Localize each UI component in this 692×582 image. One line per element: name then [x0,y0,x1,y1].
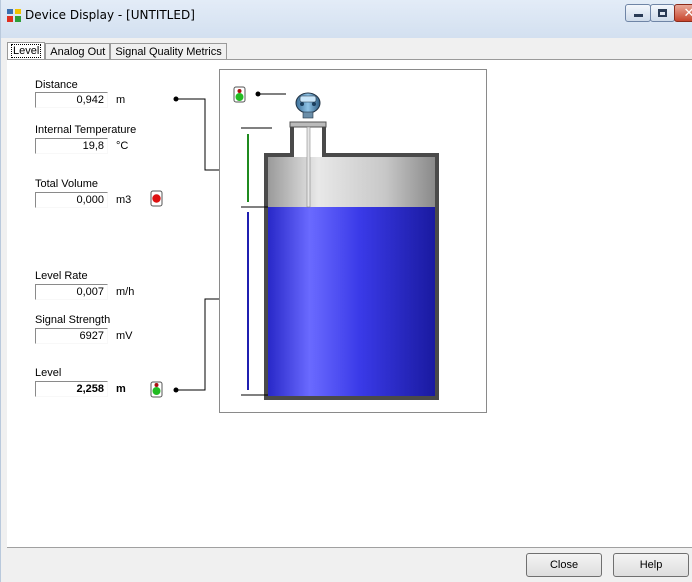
level-unit: m [116,383,126,395]
tab-strip: Level Analog Out Signal Quality Metrics [7,42,227,60]
maximize-button[interactable] [650,4,675,22]
close-icon: ✕ [684,7,692,20]
level-value: 2,258 [35,381,108,397]
help-button[interactable]: Help [613,553,689,577]
total-volume-unit: m3 [116,194,132,206]
close-window-button[interactable]: ✕ [674,4,692,22]
signal-strength-unit: mV [116,330,133,342]
level-rate-unit: m/h [116,286,135,298]
total-volume-label: Total Volume [35,178,98,190]
distance-value: 0,942 [35,92,108,108]
tab-level[interactable]: Level [7,42,46,60]
level-label: Level [35,367,62,379]
window-title: Device Display - [UNTITLED] [25,8,195,22]
device-status-light-icon [233,86,246,103]
title-bar[interactable]: Device Display - [UNTITLED] ✕ [1,0,692,38]
internal-temperature-value: 19,8 [35,138,108,154]
signal-strength-value: 6927 [35,328,108,344]
internal-temperature-unit: °C [116,140,129,152]
tank-vessel [264,126,439,400]
minimize-icon [633,14,643,17]
device-display-window: Device Display - [UNTITLED] ✕ Level Anal… [0,0,692,582]
tank-liquid [268,207,435,396]
distance-label: Distance [35,79,78,91]
total-volume-value: 0,000 [35,192,108,208]
level-indicator [241,206,268,396]
signal-strength-label: Signal Strength [35,314,111,326]
close-button[interactable]: Close [526,553,602,577]
tab-analog-out[interactable]: Analog Out [45,43,111,60]
tank-empty-space [268,157,435,207]
footer-bar: Close Help [7,547,692,582]
distance-unit: m [116,94,126,106]
minimize-button[interactable] [625,4,651,22]
internal-temperature-label: Internal Temperature [35,124,137,136]
tank-diagram [233,86,439,400]
level-rate-value: 0,007 [35,284,108,300]
level-rate-label: Level Rate [35,270,88,282]
device-connector [255,91,286,97]
tank-diagram-panel [219,69,487,413]
radar-sensor-icon [289,92,327,128]
maximize-icon [658,9,667,17]
tab-signal-quality-metrics[interactable]: Signal Quality Metrics [110,43,227,60]
app-icon [7,9,21,22]
